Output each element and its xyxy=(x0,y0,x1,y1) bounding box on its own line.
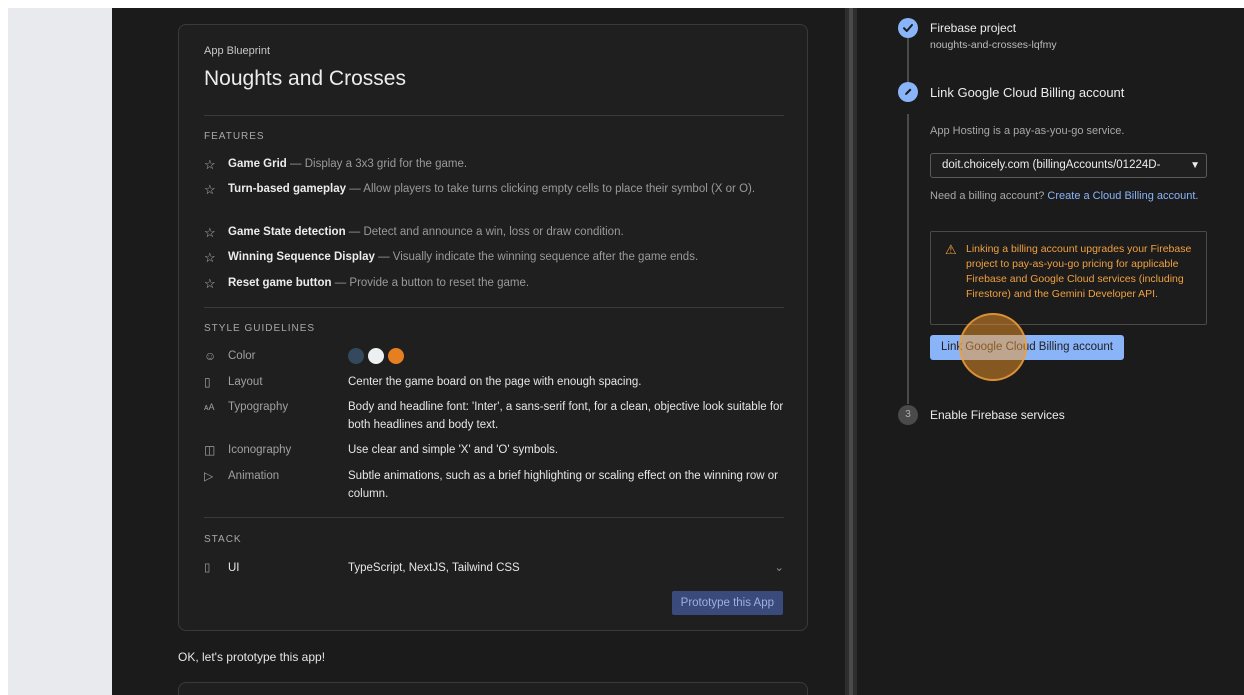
style-layout-row: ▯ Layout Center the game board on the pa… xyxy=(204,373,784,391)
step-title: Enable Firebase services xyxy=(930,408,1065,422)
color-swatches xyxy=(348,347,404,365)
firebase-project-id: noughts-and-crosses-lqfmy xyxy=(930,39,1057,51)
style-label: Color xyxy=(228,350,256,362)
style-label: Layout xyxy=(228,376,263,388)
feature-desc: — Visually indicate the winning sequence… xyxy=(374,251,699,263)
style-color-row: ☺ Color xyxy=(204,347,784,365)
warning-icon: ⚠ xyxy=(945,242,957,257)
star-icon: ☆ xyxy=(204,250,216,265)
stack-item-value: TypeScript, NextJS, Tailwind CSS xyxy=(348,562,520,574)
feature-desc: — Provide a button to reset the game. xyxy=(331,277,530,289)
style-guidelines-label: STYLE GUIDELINES xyxy=(204,323,316,334)
stack-item-label: UI xyxy=(228,562,240,574)
style-value: Body and headline font: 'Inter', a sans-… xyxy=(348,401,784,431)
star-icon: ☆ xyxy=(204,276,216,291)
divider xyxy=(204,307,784,308)
divider xyxy=(204,115,784,116)
feature-name: Winning Sequence Display xyxy=(228,251,375,263)
billing-warning: ⚠ Linking a billing account upgrades you… xyxy=(930,231,1207,325)
style-label: Iconography xyxy=(228,444,292,456)
billing-account-select[interactable]: doit.choicely.com (billingAccounts/01224… xyxy=(930,153,1207,178)
check-icon xyxy=(898,18,918,38)
color-swatch xyxy=(388,348,404,364)
feature-item: ☆ Reset game button — Provide a button t… xyxy=(204,275,784,292)
edit-pencil-icon xyxy=(898,82,918,102)
palette-icon: ☺ xyxy=(204,349,217,363)
features-label: FEATURES xyxy=(204,131,265,142)
style-typography-row: ᴀA Typography Body and headline font: 'I… xyxy=(204,398,784,434)
style-value: Subtle animations, such as a brief highl… xyxy=(348,470,779,500)
billing-account-value: doit.choicely.com (billingAccounts/01224… xyxy=(942,159,1161,171)
stack-ui-row[interactable]: ▯ UI TypeScript, NextJS, Tailwind CSS ⌄ xyxy=(204,559,784,577)
step-title: Link Google Cloud Billing account xyxy=(930,85,1125,100)
need-billing-text: Need a billing account? Create a Cloud B… xyxy=(930,188,1200,204)
star-icon: ☆ xyxy=(204,225,216,240)
style-label: Animation xyxy=(228,470,280,482)
feature-item: ☆ Winning Sequence Display — Visually in… xyxy=(204,249,784,266)
layout-icon: ▯ xyxy=(204,375,211,389)
create-billing-account-link[interactable]: Create a Cloud Billing account. xyxy=(1047,190,1198,202)
divider xyxy=(204,517,784,518)
chevron-down-icon[interactable]: ⌄ xyxy=(764,559,784,577)
color-swatch xyxy=(348,348,364,364)
color-swatch xyxy=(368,348,384,364)
chevron-down-icon: ▼ xyxy=(1190,160,1200,171)
feature-name: Game Grid xyxy=(228,158,287,170)
blueprint-eyebrow: App Blueprint xyxy=(204,45,271,57)
blueprint-title: Noughts and Crosses xyxy=(204,67,406,90)
style-animation-row: ▷ Animation Subtle animations, such as a… xyxy=(204,467,784,503)
iconography-icon: ◫ xyxy=(204,443,216,457)
chat-message: OK, let's prototype this app! xyxy=(178,650,326,664)
feature-name: Turn-based gameplay xyxy=(228,183,347,195)
star-icon: ☆ xyxy=(204,157,216,172)
stack-label: STACK xyxy=(204,534,242,545)
typography-icon: ᴀA xyxy=(204,402,215,412)
resize-handle[interactable] xyxy=(849,8,853,695)
style-value: Center the game board on the page with e… xyxy=(348,376,642,388)
feature-desc: — Detect and announce a win, loss or dra… xyxy=(345,226,624,238)
app-blueprint-card: App Blueprint Noughts and Crosses FEATUR… xyxy=(178,24,808,631)
need-billing-prefix: Need a billing account? xyxy=(930,190,1048,202)
play-icon: ▷ xyxy=(204,469,214,483)
feature-desc: — Display a 3x3 grid for the game. xyxy=(286,158,468,170)
feature-name: Game State detection xyxy=(228,226,346,238)
feature-name: Reset game button xyxy=(228,277,332,289)
style-iconography-row: ◫ Iconography Use clear and simple 'X' a… xyxy=(204,441,784,459)
layout-icon: ▯ xyxy=(204,562,211,574)
setup-panel: Firebase project noughts-and-crosses-lqf… xyxy=(857,8,1244,695)
prototype-app-button[interactable]: Prototype this App xyxy=(671,591,783,615)
feature-item: ☆ Turn-based gameplay — Allow players to… xyxy=(204,181,784,198)
step-title: Firebase project xyxy=(930,21,1017,35)
billing-note: App Hosting is a pay-as-you-go service. xyxy=(930,125,1125,137)
feature-desc: — Allow players to take turns clicking e… xyxy=(346,183,756,195)
next-message-card xyxy=(178,682,808,695)
step-number-badge: 3 xyxy=(898,405,918,425)
feature-item: ☆ Game Grid — Display a 3x3 grid for the… xyxy=(204,156,784,173)
chat-panel: App Blueprint Noughts and Crosses FEATUR… xyxy=(112,8,845,695)
panel-resize-divider[interactable] xyxy=(845,8,857,695)
style-value: Use clear and simple 'X' and 'O' symbols… xyxy=(348,444,559,456)
click-indicator xyxy=(959,313,1027,381)
step-connector xyxy=(907,38,909,88)
style-label: Typography xyxy=(228,401,289,413)
star-icon: ☆ xyxy=(204,182,216,197)
feature-item: ☆ Game State detection — Detect and anno… xyxy=(204,224,784,241)
step-connector xyxy=(907,114,909,404)
warning-text: Linking a billing account upgrades your … xyxy=(966,243,1192,300)
